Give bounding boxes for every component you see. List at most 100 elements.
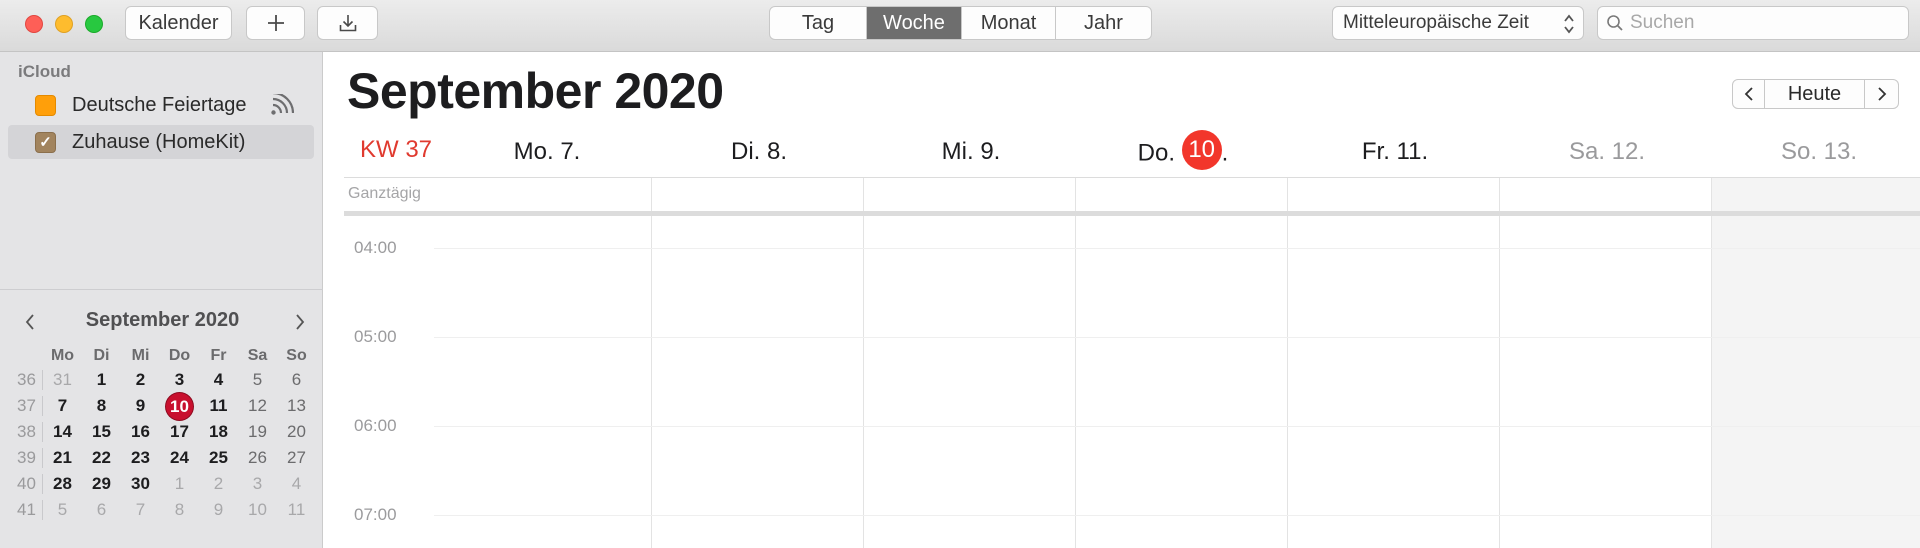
- day-header-thursday[interactable]: Do. 10.: [1077, 130, 1289, 170]
- mini-day[interactable]: 11: [199, 396, 238, 416]
- mini-day[interactable]: 5: [43, 500, 82, 520]
- mini-day[interactable]: 12: [238, 396, 277, 416]
- all-day-separator: [344, 211, 1920, 216]
- day-header-tuesday[interactable]: Di. 8.: [653, 138, 865, 166]
- day-column-friday[interactable]: [1499, 178, 1711, 548]
- mini-day[interactable]: 25: [199, 448, 238, 468]
- mini-day[interactable]: 13: [277, 396, 316, 416]
- mini-day[interactable]: 6: [277, 370, 316, 390]
- timezone-select[interactable]: Mitteleuropäische Zeit: [1332, 6, 1584, 40]
- timezone-value: Mitteleuropäische Zeit: [1343, 12, 1529, 33]
- import-button[interactable]: [317, 6, 378, 40]
- mini-day[interactable]: 4: [199, 370, 238, 390]
- mini-day[interactable]: 4: [277, 474, 316, 494]
- day-header-saturday[interactable]: Sa. 12.: [1501, 138, 1713, 166]
- view-tab-day[interactable]: Tag: [770, 7, 867, 39]
- mini-calendar-week-row: 37 7 8 9 10 11 12 13: [11, 392, 316, 420]
- mini-day[interactable]: 19: [238, 422, 277, 442]
- day-header-monday[interactable]: Mo. 7.: [441, 138, 653, 166]
- mini-day[interactable]: 30: [121, 474, 160, 494]
- chevron-left-icon: [1744, 87, 1753, 101]
- mini-day[interactable]: 1: [82, 370, 121, 390]
- mini-day[interactable]: 2: [121, 370, 160, 390]
- mini-day-today[interactable]: 10: [160, 392, 199, 420]
- mini-day[interactable]: 9: [121, 396, 160, 416]
- mini-day[interactable]: 21: [43, 448, 82, 468]
- plus-icon: [267, 15, 284, 31]
- week-number: 38: [11, 422, 43, 442]
- view-tab-week[interactable]: Woche: [867, 7, 962, 39]
- mini-day[interactable]: 20: [277, 422, 316, 442]
- weekday-label: Mi: [131, 347, 150, 364]
- calendar-checkbox[interactable]: [35, 94, 56, 116]
- calendar-item-zuhause-homekit[interactable]: ✓ Zuhause (HomeKit): [8, 125, 314, 159]
- mini-day[interactable]: 29: [82, 474, 121, 494]
- view-tab-year[interactable]: Jahr: [1056, 7, 1151, 39]
- mini-day[interactable]: 22: [82, 448, 121, 468]
- mini-calendar-next-button[interactable]: [290, 312, 310, 332]
- mini-calendar-prev-button[interactable]: [20, 312, 40, 332]
- minimize-window-button[interactable]: [55, 15, 73, 33]
- mini-day[interactable]: 10: [238, 500, 277, 520]
- mini-day[interactable]: 18: [199, 422, 238, 442]
- mini-calendar-title: September 2020: [85, 309, 240, 331]
- mini-day[interactable]: 16: [121, 422, 160, 442]
- day-header-friday[interactable]: Fr. 11.: [1289, 138, 1501, 166]
- calendar-item-deutsche-feiertage[interactable]: Deutsche Feiertage: [8, 88, 314, 122]
- day-column-saturday[interactable]: [1711, 178, 1920, 548]
- mini-day[interactable]: 14: [43, 422, 82, 442]
- mini-day[interactable]: 2: [199, 474, 238, 494]
- previous-week-button[interactable]: [1732, 79, 1765, 109]
- mini-day[interactable]: 28: [43, 474, 82, 494]
- view-tab-month[interactable]: Monat: [962, 7, 1056, 39]
- search-field[interactable]: [1597, 6, 1909, 40]
- mini-day[interactable]: 23: [121, 448, 160, 468]
- close-window-button[interactable]: [25, 15, 43, 33]
- weekday-label: So: [286, 347, 307, 364]
- day-header-sunday[interactable]: So. 13.: [1713, 138, 1920, 166]
- hour-line: [434, 248, 1920, 249]
- week-view: September 2020 Heute KW 37 Mo. 7. Di. 8.…: [324, 52, 1920, 548]
- mini-day[interactable]: 1: [160, 474, 199, 494]
- search-input[interactable]: [1630, 12, 1890, 34]
- mini-day[interactable]: 17: [160, 422, 199, 442]
- mini-day[interactable]: 8: [160, 500, 199, 520]
- next-week-button[interactable]: [1865, 79, 1899, 109]
- mini-day[interactable]: 5: [238, 370, 277, 390]
- day-header-wednesday[interactable]: Mi. 9.: [865, 138, 1077, 166]
- weekday-label: Di: [93, 347, 110, 364]
- mini-day[interactable]: 11: [277, 500, 316, 520]
- mini-day[interactable]: 7: [121, 500, 160, 520]
- mini-day[interactable]: 7: [43, 396, 82, 416]
- day-column-thursday[interactable]: [1287, 178, 1499, 548]
- day-column-wednesday[interactable]: [1075, 178, 1287, 548]
- calendar-checkbox-checked[interactable]: ✓: [35, 131, 56, 153]
- mini-day[interactable]: 3: [160, 370, 199, 390]
- mini-day[interactable]: 9: [199, 500, 238, 520]
- chevron-right-icon: [1877, 87, 1886, 101]
- calendars-button[interactable]: Kalender: [125, 6, 232, 40]
- today-button[interactable]: Heute: [1765, 79, 1865, 109]
- all-day-label: Ganztägig: [348, 185, 421, 202]
- day-column-monday[interactable]: [651, 178, 863, 548]
- add-event-button[interactable]: [246, 6, 305, 40]
- mini-calendar-weekday-row: Mo Di Mi Do Fr Sa So: [11, 345, 316, 367]
- week-number: 36: [11, 370, 43, 390]
- chevron-left-icon: [25, 314, 34, 330]
- weekday-label: Sa: [247, 347, 268, 364]
- chevron-right-icon: [296, 314, 305, 330]
- day-column-tuesday[interactable]: [863, 178, 1075, 548]
- mini-day[interactable]: 15: [82, 422, 121, 442]
- hour-line: [434, 337, 1920, 338]
- sidebar: iCloud Deutsche Feiertage ✓ Zuhause (Hom…: [0, 52, 323, 548]
- mini-day[interactable]: 6: [82, 500, 121, 520]
- mini-day[interactable]: 8: [82, 396, 121, 416]
- fullscreen-window-button[interactable]: [85, 15, 103, 33]
- mini-day[interactable]: 27: [277, 448, 316, 468]
- mini-day[interactable]: 3: [238, 474, 277, 494]
- mini-day[interactable]: 24: [160, 448, 199, 468]
- mini-day[interactable]: 31: [43, 370, 82, 390]
- mini-day[interactable]: 26: [238, 448, 277, 468]
- header-divider: [344, 177, 1920, 178]
- weekday-label: Do: [168, 347, 191, 364]
